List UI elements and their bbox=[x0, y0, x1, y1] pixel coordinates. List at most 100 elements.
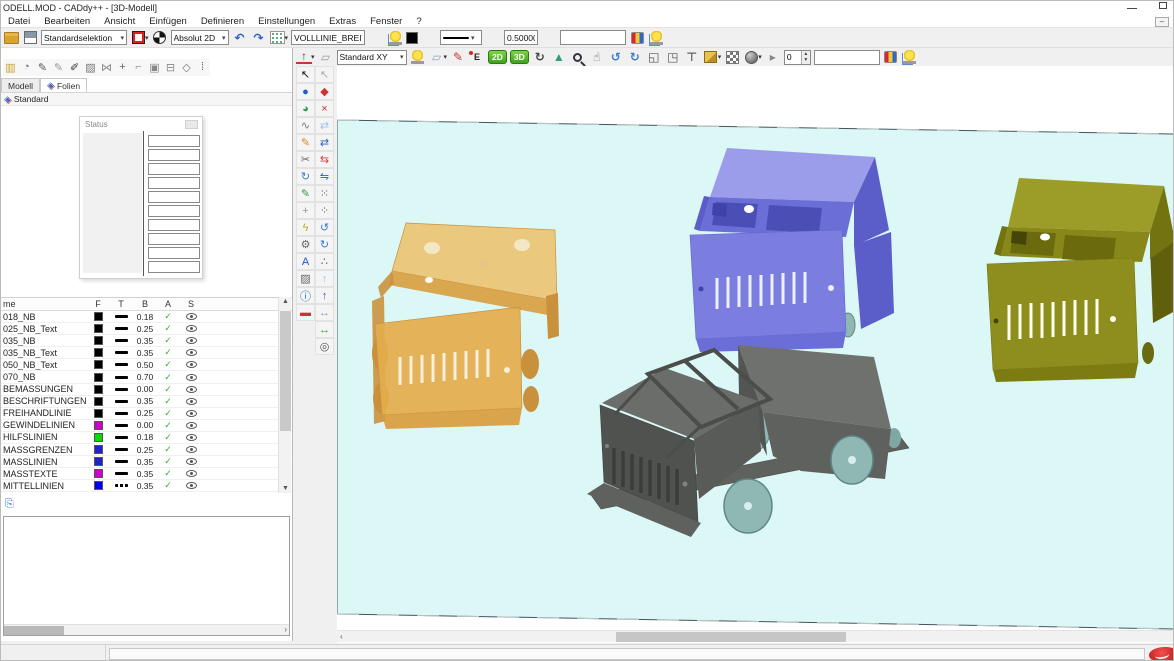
table-row[interactable]: ✓ bbox=[1, 492, 292, 493]
dots-five-icon[interactable]: ⁙ bbox=[315, 185, 334, 202]
scroll-up-icon[interactable]: ▲ bbox=[282, 298, 289, 305]
table-row[interactable]: MASSGRENZEN0.25✓ bbox=[1, 444, 292, 456]
orbit-sphere-icon[interactable]: ● bbox=[296, 83, 315, 100]
chevron-down-icon[interactable]: ▾ bbox=[444, 53, 448, 61]
status-field[interactable] bbox=[148, 247, 200, 259]
layer-active-check[interactable]: ✓ bbox=[157, 480, 179, 491]
status-field[interactable] bbox=[148, 219, 200, 231]
layer-active-check[interactable]: ✓ bbox=[157, 335, 179, 346]
table-row[interactable]: 050_NB_Text0.50✓ bbox=[1, 359, 292, 371]
layer-visible-eye-icon[interactable] bbox=[186, 313, 197, 320]
table-row[interactable]: 018_NB0.18✓ bbox=[1, 311, 292, 323]
view-2d-button[interactable]: 2D bbox=[488, 50, 507, 64]
hatch-icon[interactable]: ▨ bbox=[83, 59, 98, 75]
col-linetype[interactable]: T bbox=[109, 299, 133, 309]
layer-linetype-sample[interactable] bbox=[115, 436, 128, 439]
page-edit-icon[interactable]: ✎ bbox=[51, 59, 66, 75]
pencil-orange-icon[interactable]: ✎ bbox=[296, 134, 315, 151]
up-icon[interactable]: ↑ bbox=[315, 287, 334, 304]
lightning-icon[interactable]: ϟ bbox=[296, 219, 315, 236]
render-cube-button-group[interactable]: ▾ bbox=[703, 49, 722, 65]
menu-item-einfgen[interactable]: Einfügen bbox=[142, 16, 194, 27]
status-field[interactable] bbox=[148, 261, 200, 273]
spin-cw-icon[interactable]: ↻ bbox=[315, 236, 334, 253]
swap-icon[interactable]: ⇄ bbox=[315, 134, 334, 151]
table-row[interactable]: BESCHRIFTUNGEN0.35✓ bbox=[1, 396, 292, 408]
chevron-down-icon[interactable]: ▾ bbox=[145, 34, 149, 42]
layer-linetype-sample[interactable] bbox=[115, 339, 128, 342]
col-visible[interactable]: S bbox=[179, 299, 203, 309]
scroll-down-icon[interactable]: ▼ bbox=[282, 485, 289, 492]
spin-down-icon[interactable]: ▼ bbox=[802, 57, 810, 64]
pattern-icon[interactable] bbox=[726, 51, 739, 64]
layer-linetype-sample[interactable] bbox=[115, 460, 128, 463]
layer-linetype-sample[interactable] bbox=[115, 363, 128, 366]
coordinate-mode-combo[interactable]: Absolut 2D▾ bbox=[171, 30, 229, 45]
restore-button-icon[interactable] bbox=[1159, 2, 1167, 9]
layer-color-swatch[interactable] bbox=[94, 324, 103, 333]
dots-four-icon[interactable]: ⁘ bbox=[315, 202, 334, 219]
orbit-icon[interactable]: ↻ bbox=[532, 49, 548, 65]
viewport-3d[interactable]: ‹ bbox=[337, 66, 1174, 643]
workplane-combo[interactable]: Standard XY▾ bbox=[337, 50, 407, 65]
linestyle-combo[interactable]: ▾ bbox=[440, 30, 482, 45]
layer-visible-eye-icon[interactable] bbox=[186, 325, 197, 332]
col-name[interactable]: me bbox=[1, 299, 87, 309]
status-panel-button[interactable] bbox=[185, 120, 198, 129]
menu-item-fenster[interactable]: Fenster bbox=[363, 16, 409, 27]
cube-icon[interactable]: ▣ bbox=[147, 59, 162, 75]
align-swap-icon[interactable]: ⇋ bbox=[315, 168, 334, 185]
status-field[interactable] bbox=[148, 233, 200, 245]
layer-color-swatch[interactable] bbox=[94, 348, 103, 357]
linetype-input[interactable] bbox=[291, 30, 365, 45]
layer-active-check[interactable]: ✓ bbox=[157, 359, 179, 370]
undo-icon[interactable]: ↶ bbox=[232, 30, 248, 46]
layer-linetype-sample[interactable] bbox=[115, 351, 128, 354]
pen-color-swatch[interactable] bbox=[406, 32, 418, 44]
layer-linetype-sample[interactable] bbox=[115, 327, 128, 330]
light-icon-2[interactable] bbox=[903, 50, 916, 64]
point-edit-icon[interactable]: ✎ bbox=[450, 49, 466, 65]
mini-arrow-icon[interactable]: ▸ bbox=[765, 49, 781, 65]
eraser-icon[interactable]: ▬ bbox=[296, 304, 315, 321]
table-row[interactable]: FREIHANDLINIE0.25✓ bbox=[1, 408, 292, 420]
paint-icon-2[interactable] bbox=[884, 51, 897, 63]
layer-visible-eye-icon[interactable] bbox=[186, 422, 197, 429]
layer-active-check[interactable]: ✓ bbox=[157, 396, 179, 407]
table-row[interactable]: 025_NB_Text0.25✓ bbox=[1, 323, 292, 335]
table-row[interactable]: 035_NB_Text0.35✓ bbox=[1, 347, 292, 359]
col-color[interactable]: F bbox=[87, 299, 109, 309]
freehand-icon[interactable]: ✐ bbox=[67, 59, 82, 75]
list-dots-icon[interactable]: ⁞ bbox=[195, 59, 210, 75]
polyline-edit-icon[interactable]: ∿ bbox=[296, 117, 315, 134]
menu-item-?[interactable]: ? bbox=[409, 16, 428, 27]
raster-button-group[interactable]: ▾ bbox=[270, 30, 289, 46]
element-point-icon[interactable]: E bbox=[469, 49, 485, 65]
corner-icon[interactable]: ⌐ bbox=[131, 59, 146, 75]
open-file-icon[interactable] bbox=[4, 32, 19, 44]
redo-icon[interactable]: ↷ bbox=[251, 30, 267, 46]
layer-color-swatch[interactable] bbox=[94, 360, 103, 369]
layer-visible-eye-icon[interactable] bbox=[186, 386, 197, 393]
layer-linetype-sample[interactable] bbox=[115, 448, 128, 451]
target-icon[interactable]: ◎ bbox=[315, 338, 334, 355]
linewidth-input[interactable] bbox=[504, 30, 538, 45]
viewport-hscrollbar[interactable]: ‹ bbox=[337, 630, 1174, 642]
table-row[interactable]: GEWINDELINIEN0.00✓ bbox=[1, 420, 292, 432]
layer-color-swatch[interactable] bbox=[94, 457, 103, 466]
tab-folien[interactable]: ◈Folien bbox=[40, 78, 87, 92]
layer-visible-eye-icon[interactable] bbox=[186, 446, 197, 453]
ghost-cursor-icon[interactable]: ↖ bbox=[315, 66, 334, 83]
layer-active-check[interactable]: ✓ bbox=[157, 372, 179, 383]
layer-visible-eye-icon[interactable] bbox=[186, 361, 197, 368]
snap-cross-icon[interactable]: + bbox=[296, 202, 315, 219]
layer-linetype-sample[interactable] bbox=[115, 484, 128, 487]
table-row[interactable]: MASSLINIEN0.35✓ bbox=[1, 456, 292, 468]
paint-icon[interactable] bbox=[631, 32, 644, 44]
chevron-down-icon[interactable]: ▾ bbox=[758, 53, 762, 61]
scroll-right-icon[interactable]: › bbox=[284, 625, 287, 634]
layer-active-check[interactable]: ✓ bbox=[157, 432, 179, 443]
layer-active-check[interactable]: ✓ bbox=[157, 444, 179, 455]
plane-icon[interactable]: ▱ bbox=[318, 49, 334, 65]
message-listbox[interactable]: › bbox=[3, 516, 290, 636]
